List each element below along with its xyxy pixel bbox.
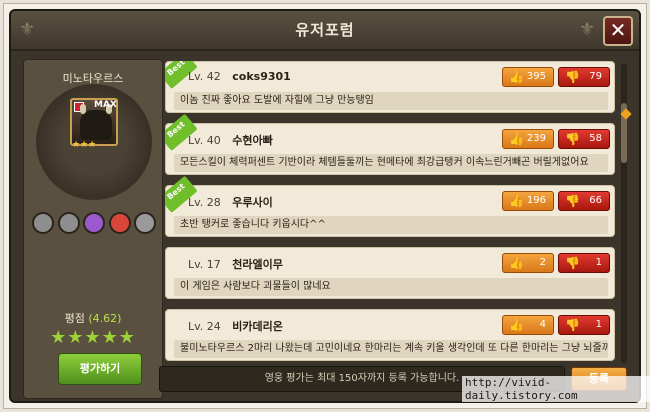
- dislike-count: 66: [589, 195, 602, 206]
- post-level: Lv. 42: [188, 70, 221, 83]
- post-author[interactable]: 비카데리온: [232, 320, 283, 333]
- post-level: Lv. 24: [188, 320, 221, 333]
- post-author[interactable]: 수현아빠: [232, 134, 272, 147]
- post-level: Lv. 17: [188, 258, 221, 271]
- dislike-count: 79: [589, 71, 602, 82]
- rune-slots: [32, 212, 156, 238]
- rating-stars: ★★★★★: [50, 327, 136, 348]
- post-card: Best Lv. 28 우루사이 👍 196 👎 66 초반 탱커로 좋습니다 키웁…: [165, 175, 615, 237]
- close-button[interactable]: ✕: [603, 16, 633, 46]
- post-level: Lv. 28: [188, 196, 221, 209]
- post-text: 이놈 진짜 좋아요 도발에 자힐에 그냥 만능탱임: [174, 92, 608, 110]
- post-level: Lv. 40: [188, 134, 221, 147]
- like-button[interactable]: 👍 2: [502, 253, 554, 273]
- grade-stars: ★★★: [72, 140, 97, 150]
- dislike-button[interactable]: 👎 66: [558, 191, 610, 211]
- like-count: 196: [526, 195, 546, 206]
- forum-window: ⚜ 유저포럼 ⚜ ✕ 미노타우르스 MAX ★★★ 평점 (4.62) ★★★★…: [9, 9, 641, 403]
- post-list: Best Lv. 42 coks9301 👍 395 👎 79 이놈 진짜 좋아요 …: [165, 61, 617, 363]
- dislike-button[interactable]: 👎 1: [558, 253, 610, 273]
- rune-slot-icon[interactable]: [83, 212, 105, 234]
- post-author[interactable]: 우루사이: [232, 196, 272, 209]
- post-text: 모든스킬이 체력퍼센트 기반이라 체템들둘끼는 현메타에 최강급탱커 이속느린거…: [174, 154, 608, 172]
- rating-label: 평점 (4.62): [24, 310, 162, 326]
- like-button[interactable]: 👍 196: [502, 191, 554, 211]
- post-header: Lv. 40 수현아빠: [188, 132, 273, 148]
- window-title: 유저포럼: [295, 21, 355, 39]
- character-panel: 미노타우르스 MAX ★★★ 평점 (4.62) ★★★★★ 평가하기: [23, 59, 163, 399]
- post-header: Lv. 28 우루사이: [188, 194, 273, 210]
- thumbs-down-icon: 👎: [565, 132, 580, 146]
- dislike-count: 1: [595, 319, 602, 330]
- post-author[interactable]: 천라엘이무: [232, 258, 283, 271]
- dislike-count: 58: [589, 133, 602, 144]
- like-button[interactable]: 👍 395: [502, 67, 554, 87]
- post-card: Best Lv. 42 coks9301 👍 395 👎 79 이놈 진짜 좋아요 …: [165, 61, 615, 113]
- fleur-icon: ⚜: [578, 19, 595, 40]
- post-author[interactable]: coks9301: [232, 70, 291, 83]
- rune-slot-icon[interactable]: [32, 212, 54, 234]
- rating-title: 평점: [64, 312, 85, 325]
- post-header: Lv. 17 천라엘이무: [188, 256, 283, 272]
- watermark-url: http://vivid-daily.tistory.com: [462, 376, 650, 402]
- dislike-button[interactable]: 👎 79: [558, 67, 610, 87]
- post-card: Best Lv. 40 수현아빠 👍 239 👎 58 모든스킬이 체력퍼센트 기반…: [165, 113, 615, 175]
- like-count: 2: [539, 257, 546, 268]
- horn-icon: [80, 104, 86, 114]
- post-card: Lv. 24 비카데리온 👍 4 👎 1 불미노타우르스 2마리 나왔는데 고민이네…: [165, 309, 615, 361]
- thumbs-up-icon: 👍: [509, 70, 524, 84]
- like-count: 239: [526, 133, 546, 144]
- rune-slot-icon[interactable]: [108, 212, 131, 234]
- rune-slot-icon[interactable]: [57, 212, 80, 234]
- dislike-button[interactable]: 👎 1: [558, 315, 610, 335]
- rating-score: (4.62): [88, 312, 122, 325]
- thumbs-up-icon: 👍: [509, 318, 524, 332]
- rate-button[interactable]: 평가하기: [58, 353, 142, 385]
- post-card: Lv. 17 천라엘이무 👍 2 👎 1 이 게임은 사람보다 괴물들이 많네요: [165, 247, 615, 299]
- thumbs-down-icon: 👎: [565, 70, 580, 84]
- post-text: 이 게임은 사람보다 괴물들이 많네요: [174, 278, 608, 296]
- minotaur-image: [80, 110, 112, 140]
- max-level-label: MAX: [94, 100, 117, 110]
- like-count: 395: [526, 71, 546, 82]
- thumbs-up-icon: 👍: [509, 132, 524, 146]
- like-count: 4: [539, 319, 546, 330]
- post-text: 불미노타우르스 2마리 나왔는데 고민이네요 한마리는 계속 키울 생각인데 또…: [174, 340, 608, 358]
- rune-slot-icon[interactable]: [134, 212, 156, 234]
- like-button[interactable]: 👍 4: [502, 315, 554, 335]
- thumbs-up-icon: 👍: [509, 256, 524, 270]
- thumbs-down-icon: 👎: [565, 318, 580, 332]
- title-bar: ⚜ 유저포럼 ⚜ ✕: [11, 11, 639, 51]
- thumbs-down-icon: 👎: [565, 256, 580, 270]
- dislike-button[interactable]: 👎 58: [558, 129, 610, 149]
- post-header: Lv. 24 비카데리온: [188, 318, 283, 334]
- post-text: 초반 탱커로 좋습니다 키웁시다^^: [174, 216, 608, 234]
- post-header: Lv. 42 coks9301: [188, 70, 291, 83]
- thumbs-up-icon: 👍: [509, 194, 524, 208]
- dislike-count: 1: [595, 257, 602, 268]
- thumbs-down-icon: 👎: [565, 194, 580, 208]
- like-button[interactable]: 👍 239: [502, 129, 554, 149]
